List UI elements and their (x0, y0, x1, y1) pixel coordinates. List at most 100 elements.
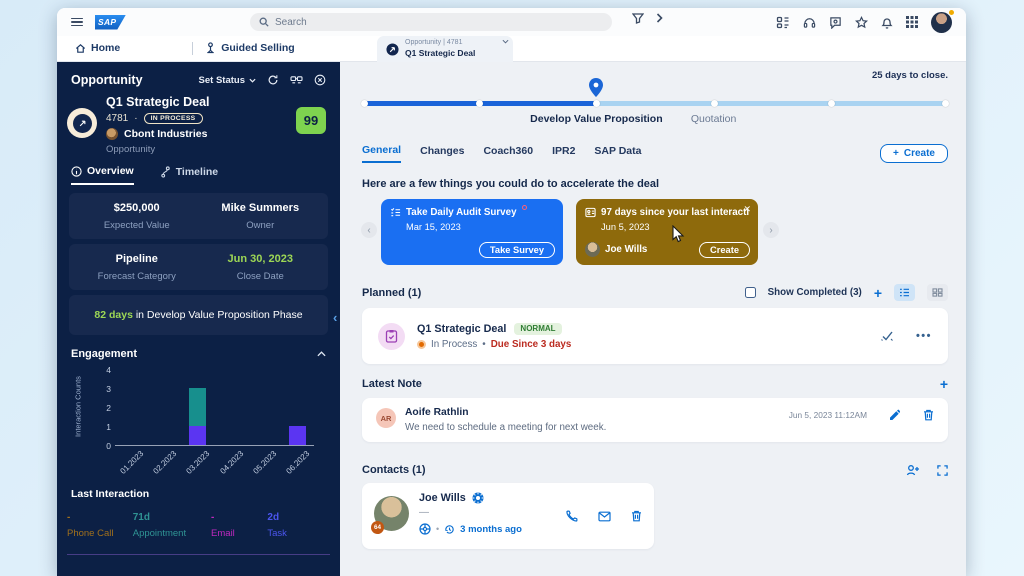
carousel-right-arrow[interactable]: › (763, 222, 779, 238)
milestone-dot (711, 100, 718, 107)
tab-changes[interactable]: Changes (420, 145, 464, 162)
grid-icon[interactable] (906, 16, 918, 28)
engagement-x-label: 04.2023 (218, 449, 245, 476)
engagement-bar: 02.2023 (156, 370, 173, 445)
bell-icon[interactable] (881, 16, 893, 29)
contact-card[interactable]: 64 Joe Wills — • 3 months ago (362, 483, 654, 549)
expected-value-label: Expected Value (75, 220, 199, 231)
planned-title: Planned (1) (362, 287, 421, 299)
tab-guided-selling[interactable]: Guided Selling (195, 35, 305, 61)
main-tabs: General Changes Coach360 IPR2 SAP Data +… (362, 141, 948, 165)
engagement-bar: 01.2023 (123, 370, 140, 445)
dismiss-card-icon[interactable]: ✕ (743, 204, 751, 215)
opportunity-icon (386, 43, 399, 56)
li-task-label: Task (267, 528, 330, 539)
close-icon[interactable] (314, 74, 326, 86)
create-button[interactable]: + Create (880, 144, 948, 163)
contact-badge-icon (472, 492, 484, 504)
chevron-down-icon[interactable] (502, 39, 509, 44)
sales-stage-timeline: 25 days to close. Develop Value Proposit… (362, 62, 948, 141)
engagement-x-label: 03.2023 (185, 449, 212, 476)
survey-card-date: Mar 15, 2023 (406, 222, 554, 232)
phase-days: 82 days (94, 309, 133, 321)
user-avatar[interactable] (931, 12, 952, 33)
chevron-up-icon[interactable] (317, 351, 326, 357)
engagement-bar: 03.2023 (189, 370, 206, 445)
edit-note-icon[interactable] (889, 409, 901, 421)
note-card: AR Aoife Rathlin We need to schedule a m… (362, 398, 948, 442)
tab-general[interactable]: General (362, 144, 401, 163)
tab-sap-data[interactable]: SAP Data (594, 145, 641, 162)
add-note-icon[interactable]: + (940, 377, 948, 391)
engagement-x-label: 05.2023 (251, 449, 278, 476)
sidebar-collapse-handle[interactable]: ‹ (333, 310, 337, 325)
take-survey-button[interactable]: Take Survey (479, 242, 555, 258)
show-completed-checkbox[interactable] (745, 287, 756, 298)
deal-id-separator: · (134, 113, 137, 124)
tab-ipr2[interactable]: IPR2 (552, 145, 575, 162)
star-icon[interactable] (855, 16, 868, 29)
contact-name[interactable]: Joe Wills (419, 492, 466, 504)
tab-coach360[interactable]: Coach360 (483, 145, 533, 162)
create-followup-button[interactable]: Create (699, 242, 750, 258)
contacts-title: Contacts (1) (362, 464, 426, 476)
in-process-status-icon (417, 340, 426, 349)
survey-icon (390, 207, 401, 218)
app-body: Opportunity Set Status Q1 Strategic Dea (57, 62, 966, 576)
followup-card-date: Jun 5, 2023 (601, 222, 749, 232)
account-avatar (106, 128, 118, 140)
followup-suggestion-card[interactable]: ✕ 97 days since your last interacti... J… (576, 199, 758, 265)
latest-note-header: Latest Note + (362, 377, 948, 391)
li-appointment-value: 71d (133, 512, 211, 523)
email-icon[interactable] (598, 511, 611, 522)
survey-suggestion-card[interactable]: Take Daily Audit Survey Mar 15, 2023 Tak… (381, 199, 563, 265)
last-interaction-title: Last Interaction (71, 488, 326, 500)
set-status-button[interactable]: Set Status (199, 75, 256, 86)
task-name: Q1 Strategic Deal (417, 323, 506, 335)
timeline-track (362, 101, 948, 106)
search-box[interactable] (250, 13, 612, 31)
delete-contact-icon[interactable] (631, 510, 642, 522)
accelerate-heading: Here are a few things you could do to ac… (362, 178, 948, 190)
engagement-x-label: 06.2023 (284, 449, 311, 476)
call-list-icon[interactable] (776, 16, 790, 29)
add-contact-icon[interactable] (906, 464, 920, 476)
engagement-y-axis-label: Interaction Counts (74, 367, 83, 447)
mark-complete-icon[interactable] (880, 330, 894, 342)
headset-icon[interactable] (803, 16, 816, 29)
refresh-icon[interactable] (267, 74, 279, 86)
list-view-icon[interactable] (894, 284, 915, 301)
li-email-value: - (211, 512, 267, 523)
tab-opportunity-active[interactable]: Opportunity | 4781 Q1 Strategic Deal (377, 36, 513, 62)
menu-icon[interactable] (71, 18, 83, 27)
top-bar: SAP (57, 8, 966, 36)
task-overflow-menu-icon[interactable]: ••• (916, 330, 932, 342)
chat-icon[interactable] (829, 16, 842, 29)
tab-overview[interactable]: Overview (71, 165, 134, 185)
li-email-label: Email (211, 528, 267, 539)
create-button-label: Create (904, 148, 935, 159)
li-phone-call: - Phone Call (67, 512, 133, 539)
carousel-left-arrow[interactable]: ‹ (361, 222, 377, 238)
account-name[interactable]: Cbont Industries (124, 128, 207, 140)
contact-empty-field: — (419, 507, 522, 518)
search-input[interactable] (275, 17, 603, 28)
planned-task-row[interactable]: Q1 Strategic Deal NORMAL In Process • Du… (362, 308, 948, 364)
filter-icon[interactable] (632, 12, 644, 24)
add-task-icon[interactable]: + (874, 286, 882, 300)
expand-icon[interactable] (937, 465, 948, 476)
board-view-icon[interactable] (927, 284, 948, 301)
delete-note-icon[interactable] (923, 409, 934, 421)
task-due: Due Since 3 days (491, 339, 572, 350)
tab-timeline-label: Timeline (176, 166, 218, 178)
contact-last-interaction[interactable]: 3 months ago (460, 524, 522, 535)
main-content: 25 days to close. Develop Value Proposit… (340, 62, 966, 576)
tab-timeline[interactable]: Timeline (160, 165, 218, 185)
engagement-x-label: 02.2023 (152, 449, 179, 476)
org-icon[interactable] (290, 75, 303, 86)
tab-home[interactable]: Home (65, 35, 130, 61)
chevron-right-icon[interactable] (656, 13, 663, 23)
note-timestamp: Jun 5, 2023 11:12AM (789, 410, 867, 420)
phone-icon[interactable] (565, 510, 578, 523)
note-author: Aoife Rathlin (405, 407, 789, 418)
